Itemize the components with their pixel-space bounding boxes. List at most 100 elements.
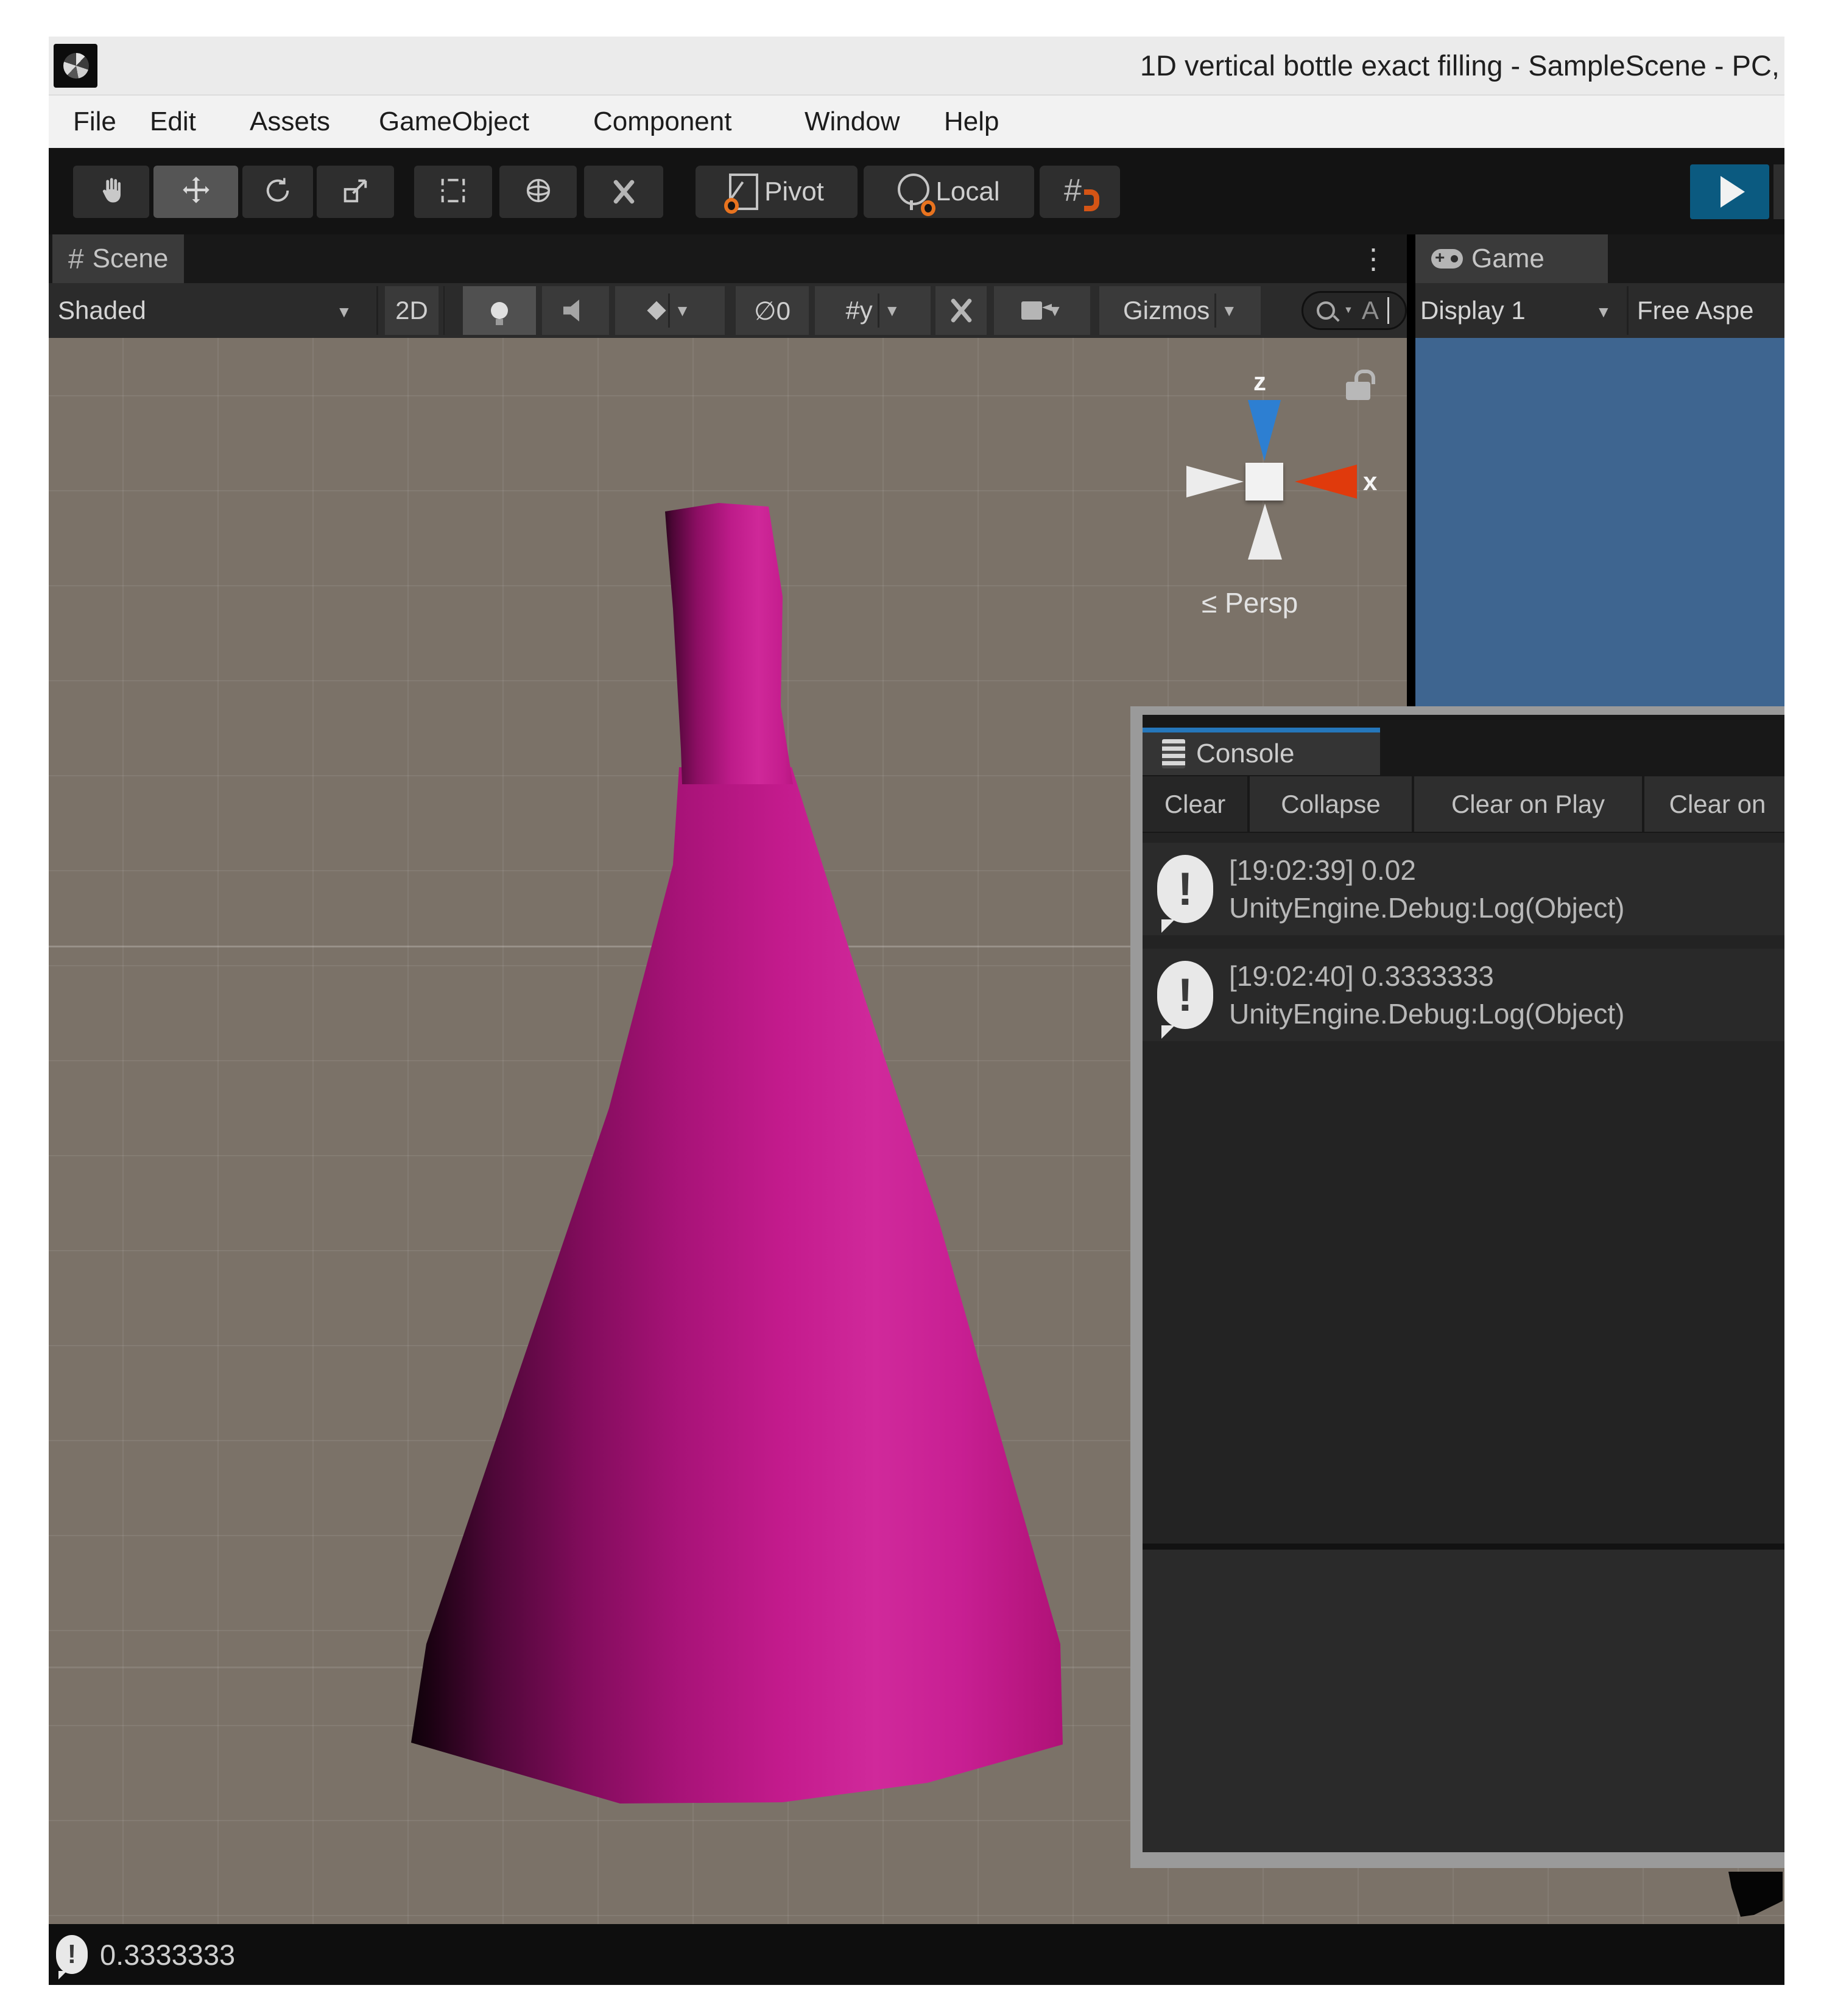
custom-tools-icon [609, 177, 638, 206]
console-tab-bar: Console [1143, 715, 1784, 775]
button-divider [878, 293, 879, 328]
console-list-icon [1162, 739, 1185, 768]
axis-x-cone[interactable] [1295, 465, 1357, 499]
button-divider [668, 293, 670, 328]
text-cursor [1387, 297, 1389, 324]
tab-game[interactable]: Game [1415, 234, 1608, 283]
rotate-tool-icon [262, 175, 294, 209]
scene-tools-button[interactable] [935, 286, 987, 335]
pivot-label: Pivot [764, 177, 824, 207]
axis-x-label: x [1363, 467, 1377, 496]
shading-mode-dropdown[interactable]: Shaded [58, 283, 146, 338]
menu-window[interactable]: Window [805, 96, 900, 148]
clear-button[interactable]: Clear [1143, 776, 1247, 832]
move-tool-button[interactable] [153, 166, 238, 218]
status-message-icon [56, 1935, 88, 1974]
log-entry[interactable]: [19:02:39] 0.02 UnityEngine.Debug:Log(Ob… [1143, 843, 1784, 935]
projection-toggle[interactable]: ≤ Persp [1202, 586, 1298, 619]
console-detail-pane [1143, 1550, 1784, 1852]
display-dropdown[interactable]: Display 1 [1420, 283, 1526, 338]
tab-scene[interactable]: # Scene [52, 234, 184, 283]
menu-file[interactable]: File [73, 96, 116, 148]
scene-view-toolbar: Shaded 2D ∅0 #y [49, 283, 1407, 338]
search-caret-icon [1344, 305, 1353, 316]
speaker-icon [563, 300, 588, 321]
local-icon [898, 174, 929, 205]
log-entry-line2: UnityEngine.Debug:Log(Object) [1229, 889, 1624, 927]
status-message: 0.3333333 [100, 1938, 235, 1972]
menu-edit[interactable]: Edit [150, 96, 196, 148]
unity-editor-window: 1D vertical bottle exact filling - Sampl… [49, 37, 1784, 1985]
scene-tab-label: Scene [93, 244, 169, 274]
scene-grid-icon: # [68, 242, 84, 275]
aspect-dropdown[interactable]: Free Aspe [1637, 283, 1753, 338]
game-tab-label: Game [1471, 244, 1545, 274]
wrench-icon [946, 296, 976, 325]
collapse-button[interactable]: Collapse [1250, 776, 1412, 832]
camera-icon [1021, 301, 1042, 320]
rotation-lock-icon[interactable] [1346, 382, 1370, 400]
display-caret-icon[interactable] [1596, 303, 1611, 321]
scene-search-input[interactable]: A [1301, 291, 1407, 330]
gizmos-dropdown[interactable]: Gizmos [1099, 286, 1261, 335]
menu-component[interactable]: Component [593, 96, 731, 148]
axis-z-cone[interactable] [1248, 400, 1281, 461]
log-entry[interactable]: [19:02:40] 0.3333333 UnityEngine.Debug:L… [1143, 949, 1784, 1041]
scene-lighting-button[interactable] [463, 286, 536, 335]
log-message-icon [1157, 855, 1213, 923]
log-message-icon [1157, 961, 1213, 1029]
grid-snap-button[interactable]: # [1040, 166, 1120, 218]
axis-back-cone[interactable] [1186, 466, 1244, 497]
menu-assets[interactable]: Assets [250, 96, 330, 148]
menu-gameobject[interactable]: GameObject [379, 96, 529, 148]
scale-tool-icon [340, 175, 372, 209]
transform-tool-icon [523, 175, 554, 209]
log-entry-line1: [19:02:40] 0.3333333 [1229, 957, 1624, 995]
transform-tool-button[interactable] [499, 166, 577, 218]
console-tab-label: Console [1196, 739, 1294, 769]
console-window[interactable]: Console Clear Collapse Clear on Play Cle… [1130, 706, 1784, 1868]
play-button[interactable] [1690, 164, 1769, 219]
scene-panel-menu-icon[interactable]: ⋮ [1359, 234, 1387, 283]
rotate-tool-button[interactable] [242, 166, 313, 218]
console-splitter[interactable] [1143, 1544, 1784, 1550]
rect-tool-button[interactable] [414, 166, 492, 218]
pivot-icon [729, 174, 758, 210]
grid-visibility-button[interactable]: #y [815, 286, 931, 335]
shading-caret-icon[interactable] [336, 303, 352, 321]
toolbar-separator [376, 286, 378, 335]
menu-help[interactable]: Help [944, 96, 999, 148]
button-divider [1214, 293, 1216, 328]
console-button-row: Clear Collapse Clear on Play Clear on [1143, 775, 1784, 833]
status-bar[interactable]: 0.3333333 [49, 1924, 1784, 1985]
pause-button-partial[interactable] [1773, 164, 1784, 219]
hidden-objects-button[interactable]: ∅0 [736, 286, 809, 335]
scene-camera-button[interactable] [994, 286, 1090, 335]
clear-on-play-button[interactable]: Clear on Play [1414, 776, 1642, 832]
local-label: Local [935, 177, 999, 207]
axis-center-cube[interactable] [1245, 463, 1283, 500]
scene-tab-bar: # Scene ⋮ [49, 234, 1407, 283]
grid-snap-icon: # [1064, 174, 1096, 210]
log-entry-line2: UnityEngine.Debug:Log(Object) [1229, 995, 1624, 1033]
scale-tool-button[interactable] [317, 166, 394, 218]
scene-audio-button[interactable] [542, 286, 609, 335]
axis-down-cone[interactable] [1248, 504, 1282, 560]
menu-bar: File Edit Assets GameObject Component Wi… [49, 96, 1784, 148]
clear-on-build-button-partial[interactable]: Clear on [1644, 776, 1784, 832]
panel-divider[interactable] [1407, 234, 1415, 706]
tab-console[interactable]: Console [1143, 728, 1380, 775]
scene-effects-button[interactable] [615, 286, 725, 335]
custom-tools-button[interactable] [584, 166, 663, 218]
toolbar-separator [443, 286, 445, 335]
hand-tool-button[interactable] [73, 166, 149, 218]
console-log-list: [19:02:39] 0.02 UnityEngine.Debug:Log(Ob… [1143, 833, 1784, 1544]
local-toggle-button[interactable]: Local [864, 166, 1034, 218]
title-bar: 1D vertical bottle exact filling - Sampl… [49, 37, 1784, 96]
grid-caret-icon[interactable] [884, 301, 900, 320]
effects-caret-icon[interactable] [675, 301, 691, 320]
rect-tool-icon [437, 175, 469, 209]
gizmos-label: Gizmos [1123, 296, 1210, 325]
pivot-toggle-button[interactable]: Pivot [696, 166, 858, 218]
2d-toggle-button[interactable]: 2D [385, 286, 439, 335]
